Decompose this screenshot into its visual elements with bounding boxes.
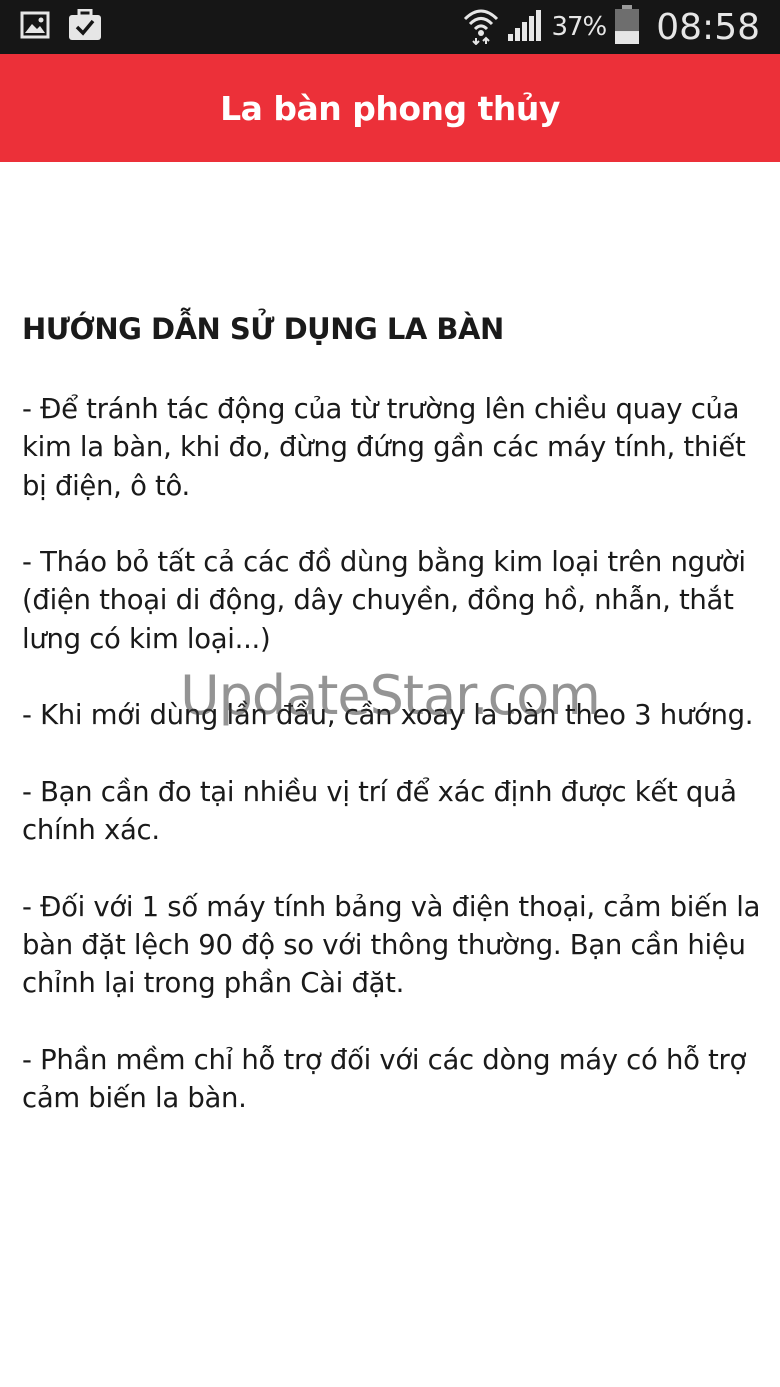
app-bar: La bàn phong thủy bbox=[0, 54, 780, 162]
gallery-icon bbox=[20, 11, 50, 44]
status-bar: 37% 08:58 bbox=[0, 0, 780, 54]
signal-icon bbox=[507, 8, 543, 47]
notification-icons bbox=[20, 8, 102, 46]
system-status: 37% 08:58 bbox=[463, 0, 760, 54]
instruction-paragraph: - Để tránh tác động của từ trường lên ch… bbox=[22, 393, 746, 502]
instructions-content: HƯỚNG DẪN SỬ DỤNG LA BÀN - Để tránh tác … bbox=[22, 306, 762, 1156]
instruction-paragraph: - Bạn cần đo tại nhiều vị trí để xác địn… bbox=[22, 775, 737, 847]
app-title: La bàn phong thủy bbox=[220, 88, 560, 128]
wifi-icon bbox=[463, 5, 499, 50]
instruction-paragraph: - Tháo bỏ tất cả các đồ dùng bằng kim lo… bbox=[22, 546, 746, 655]
briefcase-check-icon bbox=[68, 8, 102, 46]
clock: 08:58 bbox=[656, 6, 760, 48]
instructions-heading: HƯỚNG DẪN SỬ DỤNG LA BÀN bbox=[22, 312, 504, 346]
instruction-paragraph: - Đối với 1 số máy tính bảng và điện tho… bbox=[22, 890, 761, 1000]
instruction-paragraph: - Khi mới dùng lần đầu, cần xoay la bàn … bbox=[22, 699, 754, 732]
instruction-paragraph: - Phần mềm chỉ hỗ trợ đối với các dòng m… bbox=[22, 1044, 747, 1115]
battery-percent: 37% bbox=[551, 12, 607, 42]
battery-icon bbox=[614, 4, 640, 50]
